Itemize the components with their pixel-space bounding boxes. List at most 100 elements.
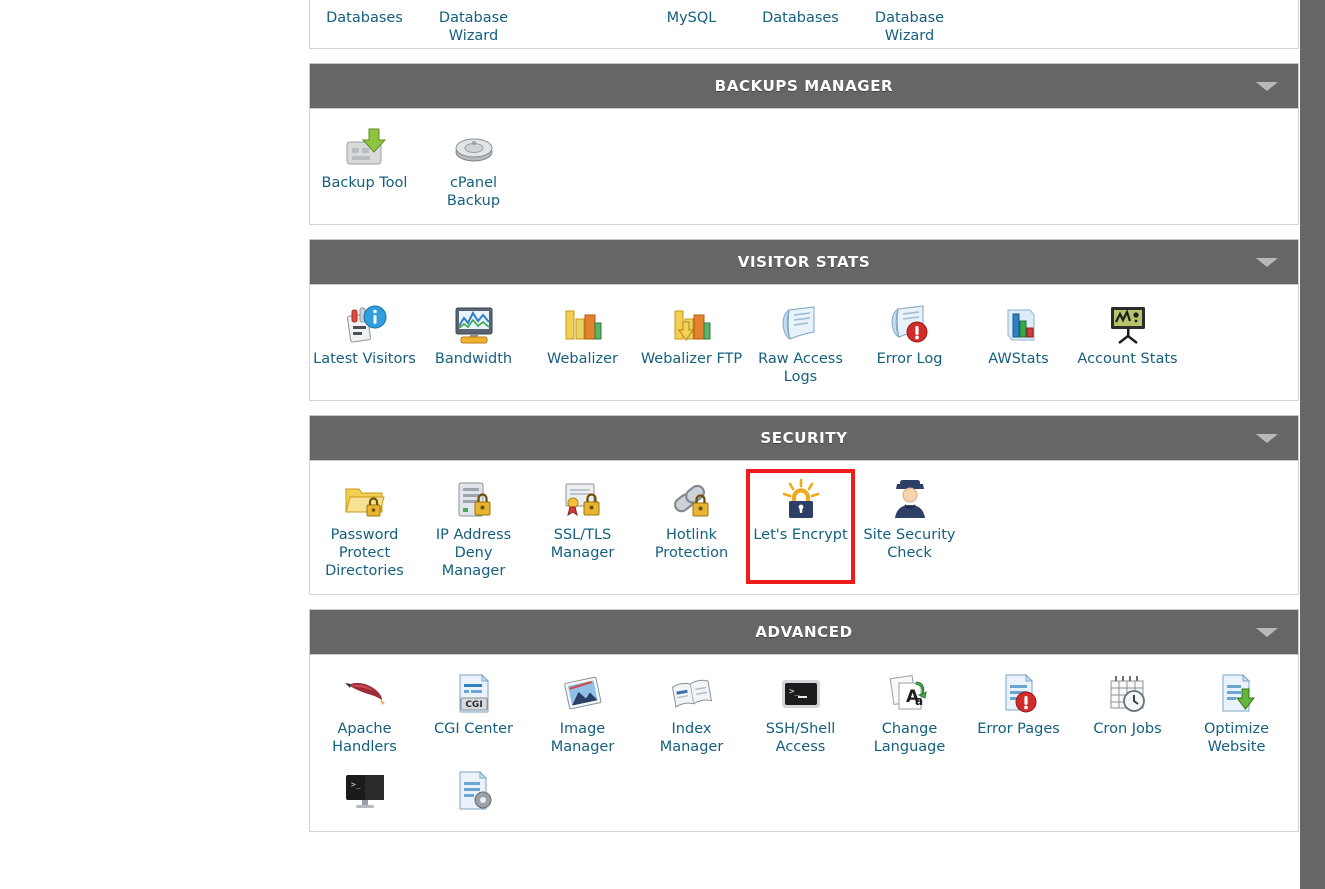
databases-partial-row: Databases Database Wizard MySQL Database… [310,0,1298,48]
apache-handlers-icon [339,671,391,717]
item-label: SSL/TLS Manager [550,527,615,561]
item-label: cPanel Backup [446,175,501,209]
item-databases[interactable]: Databases [310,0,419,48]
mime-types-icon [448,768,500,814]
item-ip-address-deny-manager[interactable]: IP Address Deny Manager [419,469,528,584]
item-mime-types[interactable] [419,760,528,821]
item-label: AWStats [988,351,1049,367]
webalizer-ftp-icon [666,301,718,347]
item-awstats[interactable]: AWStats [964,293,1073,390]
image-manager-icon [557,671,609,717]
site-security-check-icon [884,477,936,523]
cpanel-backup-icon [448,125,500,171]
mysql-icon [666,0,718,6]
group-advanced: Advanced Apache Handlers [309,609,1299,832]
cpanel-main-content: Databases Database Wizard MySQL Database… [309,0,1299,889]
item-label: Optimize Website [1203,721,1270,755]
item-webalizer[interactable]: Webalizer [528,293,637,390]
item-label: MySQL [666,10,717,26]
item-cron-jobs[interactable]: Cron Jobs [1073,663,1182,760]
item-ssl-tls-manager[interactable]: SSL/TLS Manager [528,469,637,584]
item-raw-access-logs[interactable]: Raw Access Logs [746,293,855,390]
group-body-visitor-stats: Latest Visitors Bandwidth Webalizer Weba… [309,285,1299,401]
item-cgi-center[interactable]: CGI CGI Center [419,663,528,760]
group-body-advanced: Apache Handlers CGI CGI Center Image Man… [309,655,1299,832]
item-label: Password Protect Directories [325,527,404,579]
ssl-tls-manager-icon [557,477,609,523]
item-label: Change Language [873,721,946,755]
group-header-backups-manager[interactable]: Backups Manager [309,63,1299,109]
item-index-manager[interactable]: Index Manager [637,663,746,760]
item-label: Let's Encrypt [753,527,848,543]
item-label: SSH/Shell Access [765,721,836,755]
item-label: Account Stats [1077,351,1178,367]
cron-jobs-icon [1102,671,1154,717]
item-error-pages[interactable]: Error Pages [964,663,1073,760]
item-latest-visitors[interactable]: Latest Visitors [310,293,419,390]
error-log-icon [884,301,936,347]
item-webalizer-ftp[interactable]: Webalizer FTP [637,293,746,390]
cgi-center-icon: CGI [448,671,500,717]
error-pages-icon [993,671,1045,717]
item-database-wizard[interactable]: Database Wizard [419,0,528,48]
chevron-down-icon[interactable] [1256,82,1278,91]
blank-icon [557,0,609,6]
terminal-icon: >_ [339,768,391,814]
index-manager-icon [666,671,718,717]
item-label: Apache Handlers [332,721,397,755]
item-image-manager[interactable]: Image Manager [528,663,637,760]
database-icon [775,0,827,6]
item-label: Error Pages [977,721,1060,737]
item-label: Error Log [876,351,943,367]
item-label: Database Wizard [438,10,509,44]
webalizer-icon [557,301,609,347]
item-apache-handlers[interactable]: Apache Handlers [310,663,419,760]
group-header-security[interactable]: Security [309,415,1299,461]
icon-row: Latest Visitors Bandwidth Webalizer Weba… [310,293,1298,390]
group-body-backups-manager: Backup Tool cPanel Backup [309,109,1299,225]
group-body-security: Password Protect Directories IP Address … [309,461,1299,595]
group-visitor-stats: Visitor Stats [309,239,1299,401]
item-label: Backup Tool [321,175,408,191]
bandwidth-icon [448,301,500,347]
group-title: Security [760,429,848,447]
item-label: Webalizer [546,351,619,367]
group-title: Visitor Stats [737,253,871,271]
icon-row: Password Protect Directories IP Address … [310,469,1298,584]
group-header-advanced[interactable]: Advanced [309,609,1299,655]
item-terminal[interactable]: >_ [310,760,419,821]
chevron-down-icon[interactable] [1256,434,1278,443]
item-bandwidth[interactable]: Bandwidth [419,293,528,390]
ip-address-deny-manager-icon [448,477,500,523]
chevron-down-icon[interactable] [1256,258,1278,267]
item-backup-tool[interactable]: Backup Tool [310,117,419,214]
item-change-language[interactable]: A a Change Language [855,663,964,760]
group-header-visitor-stats[interactable]: Visitor Stats [309,239,1299,285]
item-hotlink-protection[interactable]: Hotlink Protection [637,469,746,584]
item-cpanel-backup[interactable]: cPanel Backup [419,117,528,214]
hotlink-protection-icon [666,477,718,523]
item-databases-2[interactable]: Databases [746,0,855,48]
lets-encrypt-icon [775,477,827,523]
item-lets-encrypt[interactable]: Let's Encrypt [746,469,855,584]
item-optimize-website[interactable]: Optimize Website [1182,663,1291,760]
change-language-icon: A a [884,671,936,717]
icon-row: Apache Handlers CGI CGI Center Image Man… [310,663,1298,821]
item-label: CGI Center [433,721,514,737]
chevron-down-icon[interactable] [1256,628,1278,637]
item-label: Raw Access Logs [758,351,843,385]
item-label: Hotlink Protection [654,527,729,561]
optimize-website-icon [1211,671,1263,717]
item-ssh-shell-access[interactable]: >_ SSH/Shell Access [746,663,855,760]
item-label: Bandwidth [434,351,513,367]
item-password-protect-directories[interactable]: Password Protect Directories [310,469,419,584]
item-error-log[interactable]: Error Log [855,293,964,390]
account-stats-icon [1102,301,1154,347]
database-wizard-icon [448,0,500,6]
item-database-wizard-2[interactable]: Database Wizard [855,0,964,48]
item-account-stats[interactable]: Account Stats [1073,293,1182,390]
group-backups-manager: Backups Manager Backup Tool [309,63,1299,225]
item-site-security-check[interactable]: Site Security Check [855,469,964,584]
group-title: Advanced [755,623,853,641]
item-mysql[interactable]: MySQL [637,0,746,48]
